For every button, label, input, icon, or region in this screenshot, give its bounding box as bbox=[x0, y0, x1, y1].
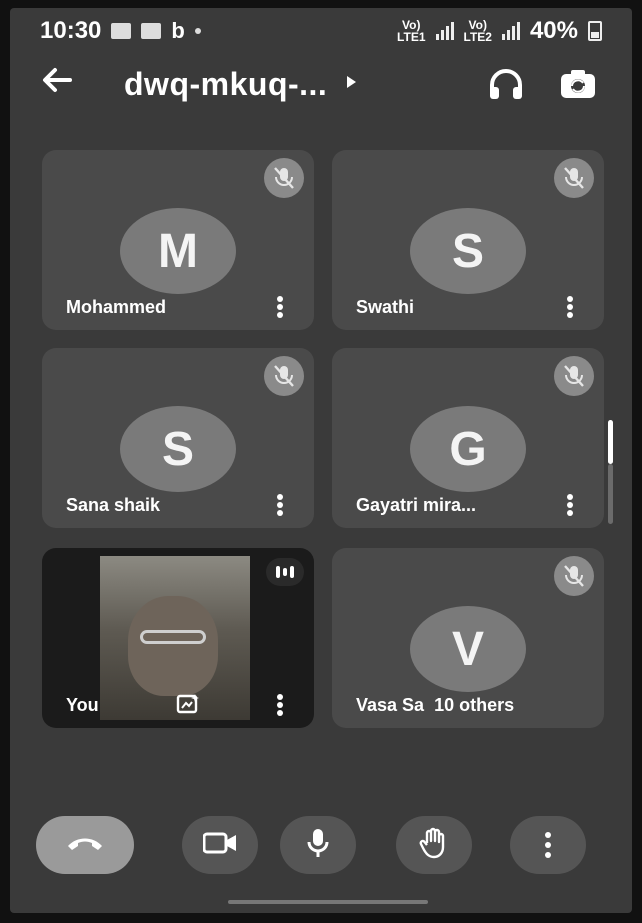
meeting-code[interactable]: dwq-mkuq-... bbox=[124, 66, 327, 103]
mic-off-icon bbox=[554, 356, 594, 396]
self-view-tile[interactable]: You bbox=[42, 548, 314, 728]
caret-right-icon[interactable] bbox=[345, 75, 357, 94]
nav-gesture-handle[interactable] bbox=[228, 900, 428, 904]
message-notification-icon bbox=[141, 23, 162, 39]
switch-camera-icon[interactable] bbox=[554, 64, 602, 104]
self-glasses bbox=[140, 630, 206, 644]
raise-hand-button[interactable] bbox=[396, 816, 472, 874]
microphone-button[interactable] bbox=[280, 816, 356, 874]
more-vert-icon[interactable] bbox=[560, 294, 580, 320]
back-arrow-icon[interactable] bbox=[40, 65, 88, 104]
mic-off-icon bbox=[554, 556, 594, 596]
mic-icon bbox=[307, 828, 329, 863]
mic-off-icon bbox=[264, 158, 304, 198]
end-call-button[interactable] bbox=[36, 816, 134, 874]
mic-off-icon bbox=[264, 356, 304, 396]
signal-1-icon bbox=[435, 22, 454, 40]
audio-level-icon bbox=[266, 558, 304, 586]
more-options-button[interactable] bbox=[510, 816, 586, 874]
avatar: S bbox=[120, 406, 236, 492]
scrollbar-track[interactable] bbox=[608, 464, 613, 524]
more-vert-icon bbox=[545, 832, 551, 858]
self-video-feed bbox=[100, 556, 250, 720]
b-notification-icon: b bbox=[171, 18, 185, 43]
participant-tile[interactable]: S Swathi bbox=[332, 150, 604, 330]
hand-icon bbox=[419, 827, 449, 864]
avatar: G bbox=[410, 406, 526, 492]
battery-icon bbox=[588, 21, 602, 41]
more-vert-icon[interactable] bbox=[560, 492, 580, 518]
more-vert-icon[interactable] bbox=[270, 294, 290, 320]
app-bar: dwq-mkuq-... bbox=[10, 56, 632, 112]
phone-hangup-icon bbox=[65, 833, 105, 858]
headphones-icon[interactable] bbox=[482, 64, 530, 104]
participant-name: Swathi bbox=[356, 297, 415, 317]
participant-tile[interactable]: S Sana shaik bbox=[42, 348, 314, 528]
avatar: V bbox=[410, 606, 526, 692]
participant-tile[interactable]: V Vasa Sa 10 others bbox=[332, 548, 604, 728]
avatar: S bbox=[410, 208, 526, 294]
self-face bbox=[128, 596, 218, 696]
camera-button[interactable] bbox=[182, 816, 258, 874]
notification-dot-icon bbox=[194, 28, 201, 34]
volte1-label: Vo) LTE1 bbox=[397, 18, 426, 44]
self-name: You bbox=[66, 695, 99, 715]
signal-2-icon bbox=[501, 22, 520, 40]
status-time: 10:30 bbox=[40, 17, 102, 44]
status-bar: 10:30 b Vo) LTE1 Vo) LTE2 40% bbox=[10, 8, 632, 54]
image-notification-icon bbox=[111, 23, 132, 39]
battery-percent: 40% bbox=[529, 17, 578, 44]
more-vert-icon[interactable] bbox=[270, 692, 290, 718]
participant-name: Gayatri mira... bbox=[356, 495, 477, 515]
meet-call-screen: 10:30 b Vo) LTE1 Vo) LTE2 40% dwq-mkuq-... bbox=[10, 8, 632, 913]
effects-icon[interactable] bbox=[176, 692, 200, 716]
status-right: Vo) LTE1 Vo) LTE2 40% bbox=[397, 17, 602, 45]
scrollbar-thumb[interactable] bbox=[608, 420, 613, 464]
videocam-icon bbox=[202, 832, 237, 859]
participant-name: Sana shaik bbox=[66, 495, 161, 515]
participant-name: Vasa Sa 10 others bbox=[356, 695, 515, 715]
more-vert-icon[interactable] bbox=[270, 492, 290, 518]
call-controls bbox=[10, 808, 632, 880]
participant-tile[interactable]: G Gayatri mira... bbox=[332, 348, 604, 528]
status-left: 10:30 b bbox=[40, 17, 201, 45]
participant-name: Mohammed bbox=[66, 297, 167, 317]
volte2-label: Vo) LTE2 bbox=[463, 18, 492, 44]
mic-off-icon bbox=[554, 158, 594, 198]
avatar: M bbox=[120, 208, 236, 294]
participant-tile[interactable]: M Mohammed bbox=[42, 150, 314, 330]
